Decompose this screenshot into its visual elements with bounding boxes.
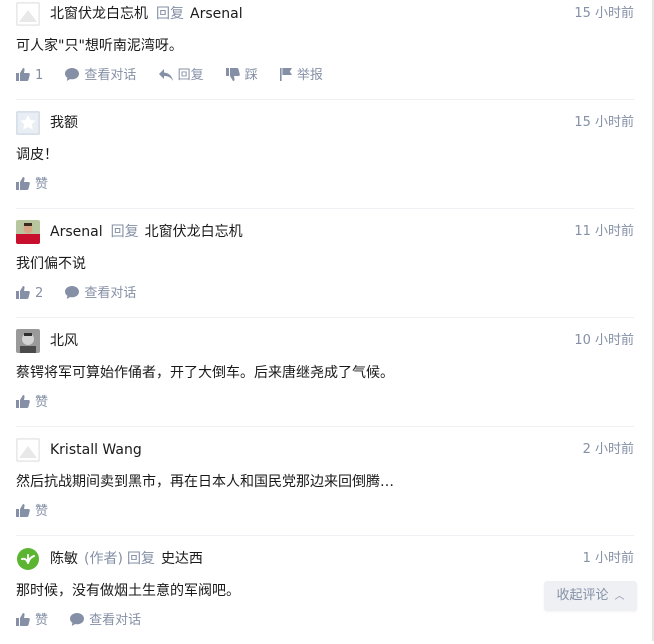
avatar[interactable] — [16, 111, 40, 135]
report-button[interactable]: 举报 — [279, 66, 323, 86]
dislike-label: 踩 — [244, 68, 258, 83]
chat-bubble-icon — [70, 613, 85, 626]
like-label: 赞 — [35, 613, 49, 628]
chevron-up-icon: ︿ — [614, 591, 625, 602]
comment-content: 可人家"只"想听南泥湾呀。 — [16, 38, 183, 54]
collapse-comments-button[interactable]: 收起评论 ︿ — [544, 581, 637, 611]
author-name[interactable]: 陈敏 — [50, 551, 78, 567]
view-conversation-label: 查看对话 — [84, 68, 137, 83]
author-tag: (作者) — [84, 551, 123, 567]
comment-time: 15 小时前 — [574, 115, 634, 130]
reply-label: 回复 — [110, 224, 139, 240]
like-count: 1 — [35, 68, 44, 83]
comment-content: 我们偏不说 — [16, 256, 86, 272]
comment-time: 11 小时前 — [574, 224, 634, 239]
chat-bubble-icon — [65, 68, 80, 81]
thumbs-up-icon — [16, 613, 30, 626]
comment-item: 北窗伏龙白忘机 回复 Arsenal 15 小时前 可人家"只"想听南泥湾呀。 1 … — [16, 0, 634, 100]
comment-header: 陈敏 (作者) 回复 史达西 1 小时前 — [16, 547, 634, 571]
author-name[interactable]: 北窗伏龙白忘机 — [50, 6, 148, 22]
like-button[interactable]: 赞 — [16, 175, 48, 195]
dislike-button[interactable]: 踩 — [225, 66, 258, 86]
comment-item: 我额 15 小时前 调皮！ 赞 — [16, 99, 634, 209]
like-count: 2 — [35, 286, 44, 301]
comment-content: 然后抗战期间卖到黑市，再在日本人和国民党那边来回倒腾… — [16, 474, 394, 490]
like-button[interactable]: 赞 — [16, 611, 48, 631]
view-conversation-label: 查看对话 — [84, 286, 137, 301]
reply-label: 回复 — [177, 68, 204, 83]
thumbs-up-icon — [16, 504, 30, 517]
flag-icon — [279, 68, 292, 81]
avatar[interactable] — [16, 220, 40, 244]
like-button[interactable]: 1 — [16, 66, 43, 86]
comment-header: 北窗伏龙白忘机 回复 Arsenal 15 小时前 — [16, 2, 634, 26]
comment-actions: 赞 — [16, 502, 66, 522]
reply-label: 回复 — [156, 6, 184, 22]
comment-header: 我额 15 小时前 — [16, 111, 634, 135]
comment-content: 蔡锷将军可算始作俑者，开了大倒车。后来唐继尧成了气候。 — [16, 365, 394, 381]
like-label: 赞 — [35, 395, 49, 410]
comment-header: 北风 10 小时前 — [16, 329, 634, 353]
author-name[interactable]: 我额 — [50, 115, 78, 131]
like-label: 赞 — [35, 177, 49, 192]
author-name[interactable]: 北风 — [50, 333, 78, 349]
like-button[interactable]: 赞 — [16, 502, 48, 522]
view-conversation-label: 查看对话 — [89, 613, 142, 628]
comment-item: 陈敏 (作者) 回复 史达西 1 小时前 那时候，没有做烟土生意的军阀吧。 赞 查看对… — [16, 535, 634, 644]
comment-time: 10 小时前 — [574, 333, 634, 348]
comment-actions: 赞 — [16, 393, 66, 413]
thumbs-up-icon — [16, 177, 30, 190]
avatar[interactable] — [16, 438, 40, 462]
view-conversation-button[interactable]: 查看对话 — [65, 284, 136, 304]
avatar[interactable] — [16, 329, 40, 353]
comment-item: Kristall Wang 2 小时前 然后抗战期间卖到黑市，再在日本人和国民党… — [16, 426, 634, 536]
author-name[interactable]: Arsenal — [50, 224, 103, 240]
comment-item: Arsenal 回复 北窗伏龙白忘机 11 小时前 我们偏不说 2 查看对话 — [16, 208, 634, 318]
comment-header: Arsenal 回复 北窗伏龙白忘机 11 小时前 — [16, 220, 634, 244]
thumbs-up-icon — [16, 68, 30, 81]
reply-arrow-icon — [158, 69, 173, 81]
reply-to-name[interactable]: Arsenal — [190, 6, 243, 22]
comment-actions: 1 查看对话 回复 踩 举报 — [16, 66, 341, 86]
reply-to-name[interactable]: 北窗伏龙白忘机 — [145, 224, 243, 240]
comment-time: 1 小时前 — [582, 551, 634, 566]
comment-actions: 赞 查看对话 — [16, 611, 159, 631]
comment-header: Kristall Wang 2 小时前 — [16, 438, 634, 462]
reply-to-name[interactable]: 史达西 — [161, 551, 203, 567]
view-conversation-button[interactable]: 查看对话 — [70, 611, 141, 631]
author-name[interactable]: Kristall Wang — [50, 442, 142, 458]
thumbs-up-icon — [16, 286, 30, 299]
like-button[interactable]: 2 — [16, 284, 43, 304]
comment-item: 北风 10 小时前 蔡锷将军可算始作俑者，开了大倒车。后来唐继尧成了气候。 赞 — [16, 317, 634, 427]
report-label: 举报 — [296, 68, 323, 83]
collapse-comments-label: 收起评论 — [556, 588, 609, 603]
comment-time: 2 小时前 — [582, 442, 634, 457]
reply-label: 回复 — [126, 551, 155, 567]
avatar[interactable] — [16, 2, 40, 26]
chat-bubble-icon — [65, 286, 80, 299]
thumbs-down-icon — [225, 68, 240, 81]
like-button[interactable]: 赞 — [16, 393, 48, 413]
reply-button[interactable]: 回复 — [158, 66, 204, 86]
thumbs-up-icon — [16, 395, 30, 408]
comment-actions: 赞 — [16, 175, 66, 195]
comment-time: 15 小时前 — [574, 6, 634, 21]
comment-content: 那时候，没有做烟土生意的军阀吧。 — [16, 583, 240, 599]
comment-actions: 2 查看对话 — [16, 284, 154, 304]
view-conversation-button[interactable]: 查看对话 — [65, 66, 136, 86]
comment-content: 调皮！ — [16, 147, 58, 163]
avatar[interactable] — [16, 547, 40, 571]
like-label: 赞 — [35, 504, 49, 519]
